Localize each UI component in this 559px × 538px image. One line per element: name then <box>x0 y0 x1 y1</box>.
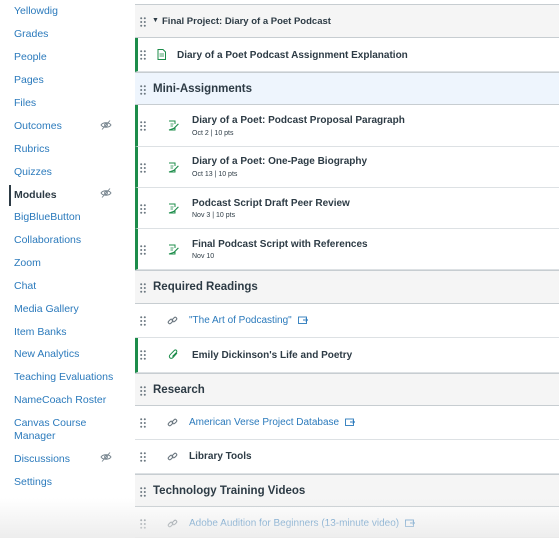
drag-handle-icon[interactable] <box>140 85 146 95</box>
link-icon <box>167 518 178 529</box>
module-item[interactable]: American Verse Project Database <box>135 406 559 440</box>
nav-quizzes[interactable]: Quizzes <box>14 166 52 179</box>
item-title[interactable]: "The Art of Podcasting" <box>189 315 308 326</box>
subheader-row: Research <box>135 373 559 406</box>
drag-handle-icon[interactable] <box>140 17 146 27</box>
item-meta: Oct 13 | 10 pts <box>192 171 238 178</box>
assignment-icon <box>168 120 179 131</box>
nav-teaching-evaluations[interactable]: Teaching Evaluations <box>14 371 113 384</box>
nav-pages[interactable]: Pages <box>14 74 44 87</box>
module-item[interactable]: Diary of a Poet: Podcast Proposal Paragr… <box>135 105 559 147</box>
drag-handle-icon[interactable] <box>140 50 146 60</box>
subheader-title: Technology Training Videos <box>153 485 306 497</box>
module-header[interactable]: ▼ Final Project: Diary of a Poet Podcast <box>135 4 559 38</box>
attachment-icon <box>168 349 179 360</box>
nav-outcomes[interactable]: Outcomes <box>14 120 62 133</box>
nav-media-gallery[interactable]: Media Gallery <box>14 303 79 316</box>
module-item[interactable]: Library Tools <box>135 440 559 474</box>
nav-bigbluebutton[interactable]: BigBlueButton <box>14 211 81 224</box>
eye-slash-icon <box>100 451 112 463</box>
module-title: Final Project: Diary of a Poet Podcast <box>162 16 331 27</box>
item-meta: Oct 2 | 10 pts <box>192 130 234 137</box>
subheader-row: Mini-Assignments <box>135 72 559 105</box>
link-icon <box>167 417 178 428</box>
nav-new-analytics[interactable]: New Analytics <box>14 348 79 361</box>
nav-zoom[interactable]: Zoom <box>14 257 41 270</box>
module-item[interactable]: Emily Dickinson's Life and Poetry <box>135 338 559 373</box>
external-link-icon <box>405 519 416 527</box>
course-navigation: Yellowdig Grades People Pages Files Outc… <box>0 0 124 538</box>
nav-item-banks[interactable]: Item Banks <box>14 326 67 339</box>
item-title[interactable]: Final Podcast Script with References <box>192 239 368 250</box>
module-item[interactable]: Adobe Audition for Beginners (13-minute … <box>135 507 559 538</box>
item-title[interactable]: American Verse Project Database <box>189 417 356 428</box>
module-item[interactable]: Podcast Script Draft Peer Review Nov 3 |… <box>135 188 559 229</box>
drag-handle-icon[interactable] <box>140 418 146 428</box>
nav-chat[interactable]: Chat <box>14 280 36 293</box>
eye-slash-icon <box>100 119 112 131</box>
item-title[interactable]: Emily Dickinson's Life and Poetry <box>192 350 352 361</box>
assignment-icon <box>168 244 179 255</box>
module-item[interactable]: Diary of a Poet Podcast Assignment Expla… <box>135 38 559 72</box>
drag-handle-icon[interactable] <box>140 204 146 214</box>
drag-handle-icon[interactable] <box>140 519 146 529</box>
item-title[interactable]: Adobe Audition for Beginners (13-minute … <box>189 518 416 529</box>
nav-rubrics[interactable]: Rubrics <box>14 143 50 156</box>
drag-handle-icon[interactable] <box>140 245 146 255</box>
nav-namecoach-roster[interactable]: NameCoach Roster <box>14 394 106 407</box>
nav-people[interactable]: People <box>14 51 47 64</box>
subheader-row: Required Readings <box>135 270 559 304</box>
assignment-icon <box>168 162 179 173</box>
module-item[interactable]: Final Podcast Script with References Nov… <box>135 229 559 270</box>
page-icon <box>156 49 167 60</box>
drag-handle-icon[interactable] <box>140 283 146 293</box>
item-title[interactable]: Podcast Script Draft Peer Review <box>192 198 350 209</box>
drag-handle-icon[interactable] <box>140 487 146 497</box>
item-title[interactable]: Library Tools <box>189 451 252 462</box>
nav-modules[interactable]: Modules <box>9 185 57 206</box>
modules-content: ▼ Final Project: Diary of a Poet Podcast… <box>135 0 559 538</box>
item-title[interactable]: Diary of a Poet: Podcast Proposal Paragr… <box>192 115 405 126</box>
subheader-title: Mini-Assignments <box>153 83 253 95</box>
nav-collaborations[interactable]: Collaborations <box>14 234 81 247</box>
collapse-caret-icon[interactable]: ▼ <box>152 17 159 24</box>
assignment-icon <box>168 203 179 214</box>
link-icon <box>167 451 178 462</box>
nav-yellowdig[interactable]: Yellowdig <box>14 5 58 18</box>
nav-files[interactable]: Files <box>14 97 36 110</box>
drag-handle-icon[interactable] <box>140 163 146 173</box>
subheader-title: Research <box>153 384 205 396</box>
drag-handle-icon[interactable] <box>140 121 146 131</box>
item-title[interactable]: Diary of a Poet Podcast Assignment Expla… <box>177 50 408 61</box>
drag-handle-icon[interactable] <box>140 350 146 360</box>
item-meta: Nov 3 | 10 pts <box>192 212 236 219</box>
external-link-icon <box>297 316 308 324</box>
module-item[interactable]: Diary of a Poet: One-Page Biography Oct … <box>135 147 559 188</box>
nav-grades[interactable]: Grades <box>14 28 48 41</box>
item-meta: Nov 10 <box>192 253 215 260</box>
subheader-title: Required Readings <box>153 281 258 293</box>
external-link-icon <box>345 418 356 426</box>
drag-handle-icon[interactable] <box>140 316 146 326</box>
eye-slash-icon <box>100 187 112 199</box>
drag-handle-icon[interactable] <box>140 386 146 396</box>
link-icon <box>167 315 178 326</box>
item-title[interactable]: Diary of a Poet: One-Page Biography <box>192 156 367 167</box>
drag-handle-icon[interactable] <box>140 452 146 462</box>
subheader-row: Technology Training Videos <box>135 474 559 507</box>
nav-settings[interactable]: Settings <box>14 476 52 489</box>
module-item[interactable]: "The Art of Podcasting" <box>135 304 559 338</box>
nav-canvas-course-manager[interactable]: Canvas Course Manager <box>14 417 106 443</box>
nav-discussions[interactable]: Discussions <box>14 453 70 466</box>
